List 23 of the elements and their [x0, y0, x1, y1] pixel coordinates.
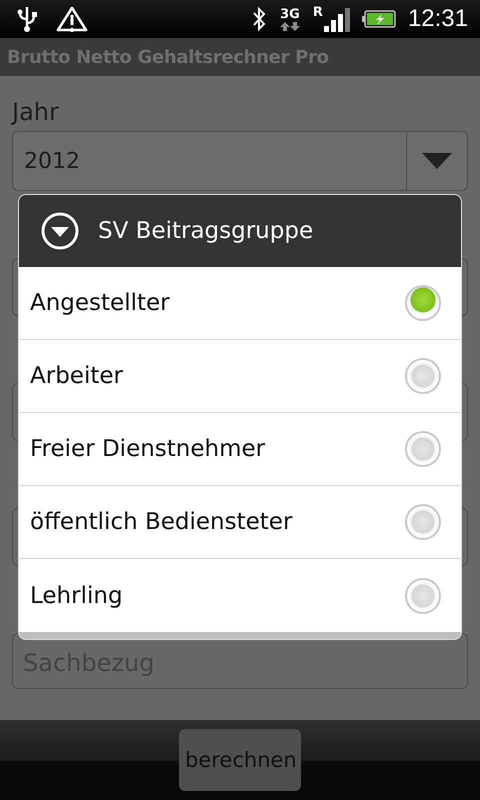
dropdown-circle-icon	[40, 211, 80, 251]
usb-icon	[16, 5, 38, 33]
network-type: 3G	[280, 8, 300, 20]
battery-icon	[362, 10, 396, 28]
dialog-title: SV Beitragsgruppe	[98, 218, 314, 244]
radio-button[interactable]	[405, 504, 441, 540]
radio-button[interactable]	[405, 431, 441, 467]
option-item[interactable]: Angestellter	[19, 267, 461, 340]
option-item[interactable]: öffentlich Bediensteter	[19, 486, 461, 559]
field-label: Jahr	[12, 97, 60, 128]
radio-button[interactable]	[405, 285, 441, 321]
data-arrows-icon	[278, 20, 301, 30]
radio-button[interactable]	[405, 578, 441, 614]
bluetooth-icon	[250, 5, 267, 33]
roaming-indicator: R	[312, 6, 323, 19]
radio-button[interactable]	[405, 358, 441, 394]
warning-icon	[56, 5, 88, 33]
option-item[interactable]: Arbeiter	[19, 340, 461, 413]
signal-icon	[324, 6, 350, 32]
dropdown-arrow-icon	[421, 152, 453, 170]
option-item[interactable]: Freier Dienstnehmer	[19, 413, 461, 486]
clock: 12:31	[408, 5, 468, 33]
option-item[interactable]: Lehrling	[19, 559, 461, 632]
